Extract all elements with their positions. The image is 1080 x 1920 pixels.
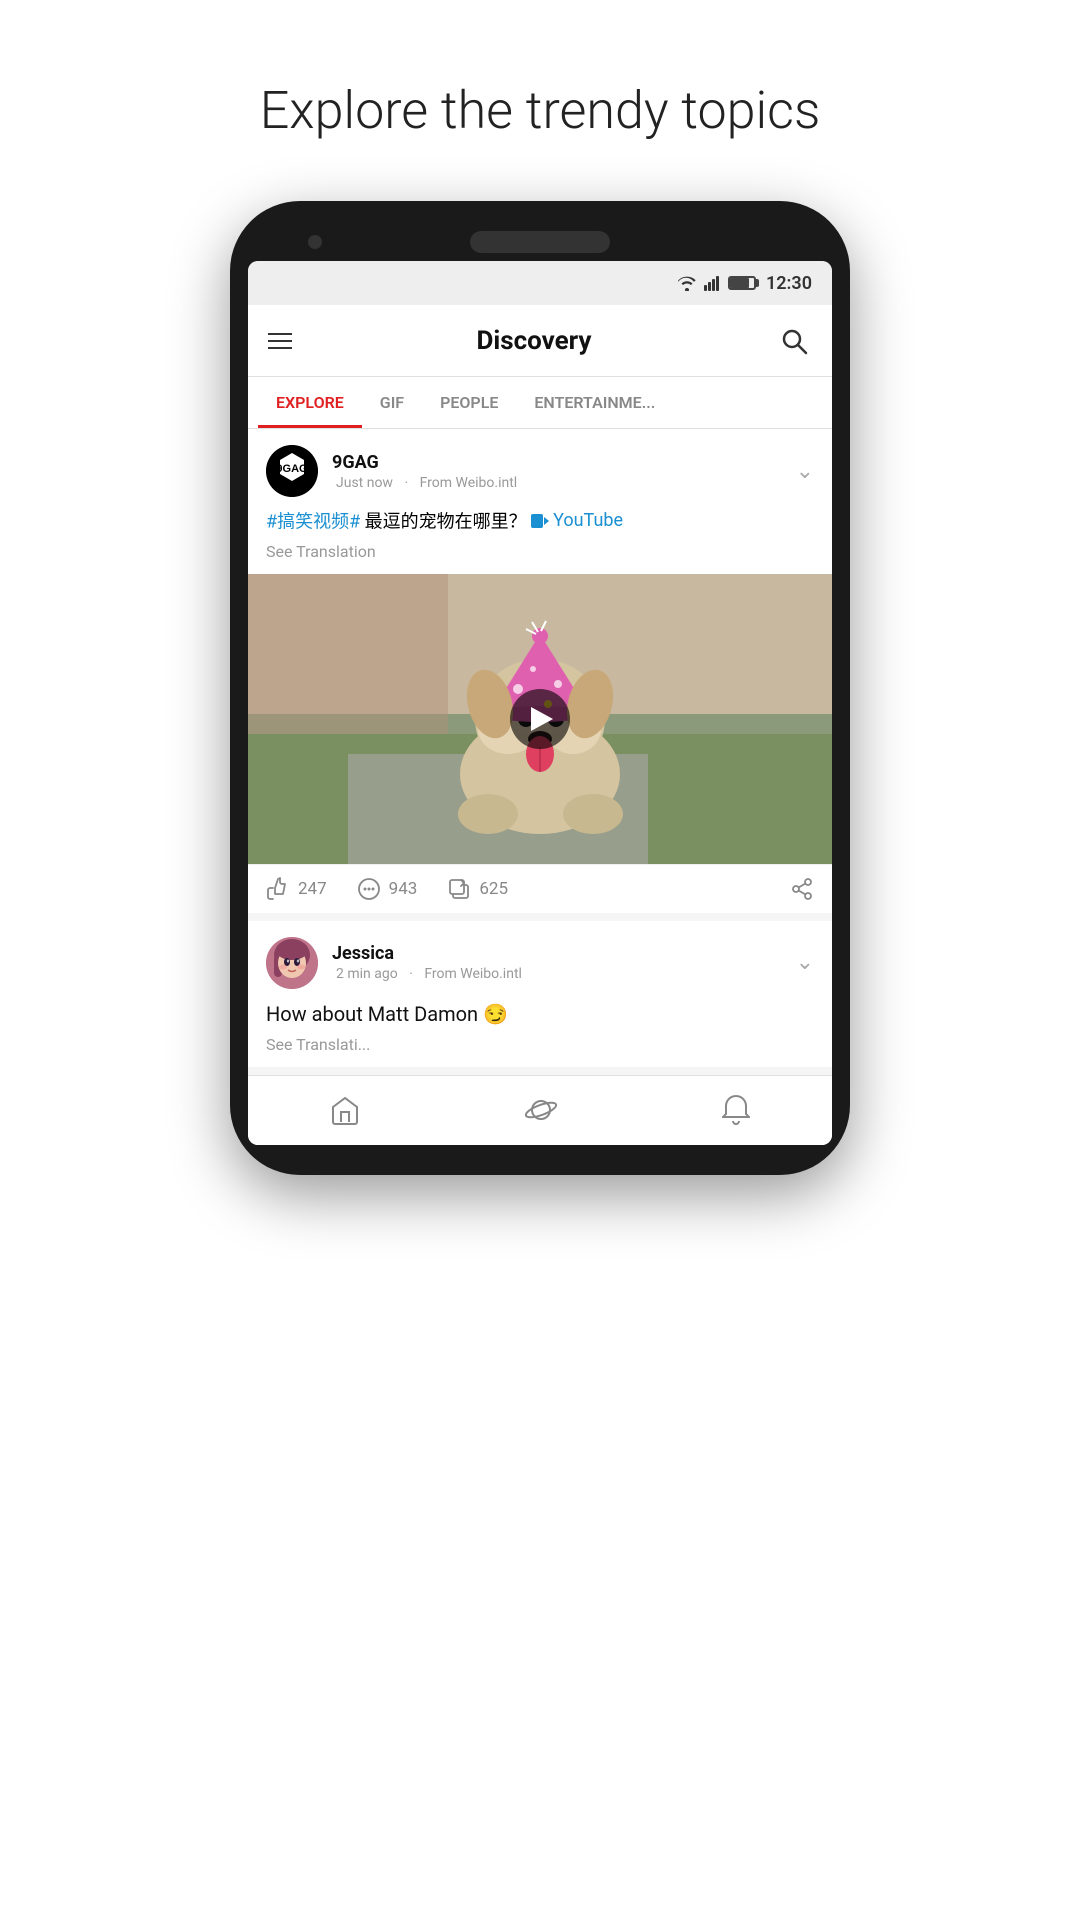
- post-meta: 9GAG Just now · From Weibo.intl: [332, 452, 796, 491]
- 9gag-logo-icon: 9GAG: [266, 445, 318, 497]
- tab-explore[interactable]: EXPLORE: [258, 377, 362, 428]
- share-button[interactable]: [790, 877, 814, 901]
- post-body-text: 最逗的宠物在哪里？: [365, 512, 531, 533]
- header-title: Discovery: [292, 326, 776, 356]
- avatar: [266, 937, 318, 989]
- share-icon: [790, 877, 814, 901]
- post-content: #搞笑视频# 最逗的宠物在哪里？ YouTube See Translation: [248, 507, 832, 574]
- post-username: 9GAG: [332, 452, 796, 473]
- youtube-link[interactable]: YouTube: [531, 507, 623, 534]
- svg-text:9GAG: 9GAG: [276, 463, 307, 475]
- nav-discover[interactable]: [504, 1087, 578, 1133]
- tabs-bar: EXPLORE GIF PEOPLE ENTERTAINME...: [248, 377, 832, 429]
- like-count: 247: [298, 879, 327, 899]
- search-icon: [780, 327, 808, 355]
- nav-home[interactable]: [310, 1087, 380, 1133]
- see-translation[interactable]: See Translati...: [266, 1033, 814, 1057]
- post-source: 2 min ago · From Weibo.intl: [332, 966, 796, 982]
- post-header: Jessica 2 min ago · From Weibo.intl ⌄: [248, 921, 832, 999]
- comment-button[interactable]: 943: [357, 877, 418, 901]
- planet-icon: [524, 1095, 558, 1125]
- action-bar: 247 943: [248, 864, 832, 913]
- status-icons: 12:30: [676, 273, 812, 294]
- avatar: 9GAG: [266, 445, 318, 497]
- comment-count: 943: [389, 879, 418, 899]
- battery-icon: [728, 276, 756, 290]
- tab-people[interactable]: PEOPLE: [422, 377, 516, 428]
- comment-icon: [357, 877, 381, 901]
- phone-notch: [248, 231, 832, 253]
- wifi-icon: [676, 275, 698, 291]
- tab-gif[interactable]: GIF: [362, 377, 422, 428]
- post-card: 9GAG 9GAG Just now · From Weibo.intl ⌄: [248, 429, 832, 913]
- signal-icon: [704, 275, 722, 291]
- page-heading: Explore the trendy topics: [260, 80, 821, 141]
- feed: 9GAG 9GAG Just now · From Weibo.intl ⌄: [248, 429, 832, 1067]
- bell-icon: [722, 1094, 750, 1126]
- bottom-nav: [248, 1075, 832, 1145]
- home-icon: [330, 1095, 360, 1125]
- post-text: How about Matt Damon 😏: [266, 999, 814, 1029]
- jessica-avatar-icon: [266, 937, 318, 989]
- hamburger-menu-icon[interactable]: [268, 333, 292, 349]
- play-button[interactable]: [510, 689, 570, 749]
- hashtag-text[interactable]: #搞笑视频#: [266, 512, 360, 533]
- see-translation[interactable]: See Translation: [266, 540, 814, 564]
- play-icon: [531, 707, 553, 731]
- status-time: 12:30: [766, 273, 812, 294]
- status-bar: 12:30: [248, 261, 832, 305]
- post-meta: Jessica 2 min ago · From Weibo.intl: [332, 943, 796, 982]
- like-button[interactable]: 247: [266, 877, 327, 901]
- phone-speaker: [470, 231, 610, 253]
- tab-entertainment[interactable]: ENTERTAINME...: [516, 377, 673, 428]
- repost-icon: [447, 877, 471, 901]
- post-content: How about Matt Damon 😏 See Translati...: [248, 999, 832, 1067]
- post-source: Just now · From Weibo.intl: [332, 475, 796, 491]
- post-chevron-icon[interactable]: ⌄: [796, 950, 814, 975]
- post-card: Jessica 2 min ago · From Weibo.intl ⌄ Ho…: [248, 921, 832, 1067]
- post-chevron-icon[interactable]: ⌄: [796, 459, 814, 484]
- phone-camera: [308, 235, 322, 249]
- phone-frame: 12:30 Discovery EXPLORE GIF PEOPLE E: [230, 201, 850, 1175]
- app-header: Discovery: [248, 305, 832, 377]
- repost-count: 625: [479, 879, 508, 899]
- post-video-thumbnail[interactable]: [248, 574, 832, 864]
- phone-screen: 12:30 Discovery EXPLORE GIF PEOPLE E: [248, 261, 832, 1145]
- nav-notifications[interactable]: [702, 1086, 770, 1134]
- video-icon: [531, 514, 549, 528]
- search-button[interactable]: [776, 323, 812, 359]
- repost-button[interactable]: 625: [447, 877, 508, 901]
- thumbs-up-icon: [266, 877, 290, 901]
- post-text: #搞笑视频# 最逗的宠物在哪里？ YouTube: [266, 507, 814, 536]
- post-header: 9GAG 9GAG Just now · From Weibo.intl ⌄: [248, 429, 832, 507]
- post-username: Jessica: [332, 943, 796, 964]
